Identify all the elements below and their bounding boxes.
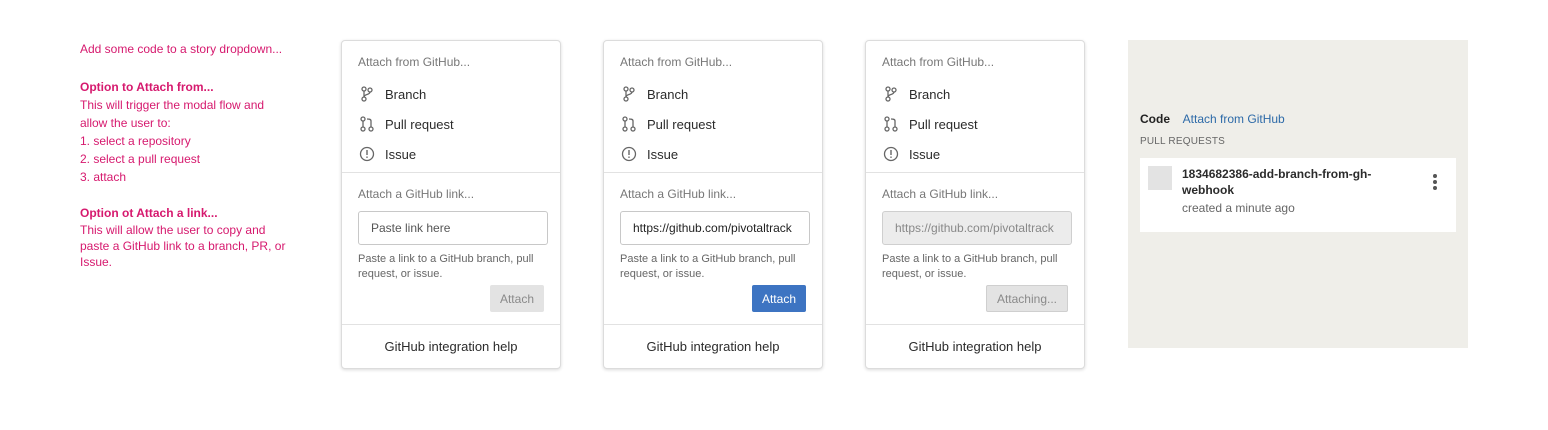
option-label: Issue [909,146,941,162]
attach-button[interactable]: Attach [751,285,806,312]
attach-from-heading: Attach from GitHub... [620,55,733,69]
pull-request-icon [882,115,900,133]
attach-from-heading: Attach from GitHub... [358,55,471,69]
code-header: Code Attach from GitHub [1140,112,1285,126]
branch-icon [358,85,376,103]
option-pull-request[interactable]: Pull request [358,109,544,139]
option-branch[interactable]: Branch [882,79,1068,109]
pull-request-title[interactable]: 1834682386-add-branch-from-gh-webhook [1182,166,1392,198]
option-issue[interactable]: Issue [620,139,806,169]
annotation-notes: Add some code to a story dropdown... Opt… [80,40,310,288]
pull-request-icon [620,115,638,133]
attach-dropdown-attaching: Attach from GitHub... Branch Pull reques… [865,40,1085,369]
note-line: paste a GitHub link to a branch, PR, or [80,239,286,253]
attach-link-heading: Attach a GitHub link... [882,187,999,201]
attach-from-github-link[interactable]: Attach from GitHub [1183,112,1285,126]
pull-request-icon [358,115,376,133]
story-code-panel: Code Attach from GitHub PULL REQUESTS 18… [1128,40,1468,348]
attach-link-heading: Attach a GitHub link... [358,187,475,201]
issue-icon [882,145,900,163]
option-pull-request[interactable]: Pull request [620,109,806,139]
github-link-input[interactable] [620,211,810,245]
note-attach-from-heading: Option to Attach from... [80,80,214,94]
github-help-link[interactable]: GitHub integration help [342,325,560,369]
code-label: Code [1140,112,1170,126]
github-help-link[interactable]: GitHub integration help [604,325,822,369]
attach-dropdown-filled: Attach from GitHub... Branch Pull reques… [603,40,823,369]
attach-button[interactable]: Attach [489,285,544,312]
page: Add some code to a story dropdown... Opt… [0,0,1548,430]
note-attach-from: Option to Attach from... This will trigg… [80,78,310,186]
link-hint: Paste a link to a GitHub branch, pull re… [620,253,796,280]
pull-requests-heading: PULL REQUESTS [1140,136,1226,147]
attaching-button[interactable]: Attaching... [985,285,1068,312]
link-hint: Paste a link to a GitHub branch, pull re… [882,253,1058,280]
note-line: 1. select a repository [80,134,191,148]
option-label: Issue [385,146,417,162]
attach-link-heading: Attach a GitHub link... [620,187,737,201]
attach-dropdown-empty: Attach from GitHub... Branch Pull reques… [341,40,561,369]
option-label: Issue [647,146,679,162]
note-line: 3. attach [80,170,127,184]
kebab-menu-icon[interactable] [1432,174,1438,192]
option-label: Pull request [647,116,716,132]
attach-link-section: Attach a GitHub link... Paste a link to … [342,173,560,325]
avatar [1148,166,1172,190]
note-attach-link: Option ot Attach a link... This will all… [80,204,310,270]
note-line: Issue. [80,255,113,269]
option-label: Branch [909,86,951,102]
github-link-input[interactable] [882,211,1072,245]
note-line: This will trigger the modal flow and [80,98,265,112]
link-hint: Paste a link to a GitHub branch, pull re… [358,253,534,280]
option-issue[interactable]: Issue [882,139,1068,169]
option-label: Pull request [385,116,454,132]
attach-link-section: Attach a GitHub link... Paste a link to … [866,173,1084,325]
issue-icon [620,145,638,163]
pull-request-card[interactable]: 1834682386-add-branch-from-gh-webhook cr… [1140,158,1456,232]
branch-icon [620,85,638,103]
attach-from-section: Attach from GitHub... Branch Pull reques… [866,41,1084,173]
note-line: 2. select a pull request [80,152,201,166]
note-line: This will allow the user to copy and [80,223,266,237]
note-attach-link-heading: Option ot Attach a link... [80,206,218,220]
attach-link-section: Attach a GitHub link... Paste a link to … [604,173,822,325]
note-line: allow the user to: [80,116,171,130]
option-label: Pull request [909,116,978,132]
note-intro: Add some code to a story dropdown... [80,42,283,56]
github-link-input[interactable] [358,211,548,245]
pull-request-meta: created a minute ago [1182,201,1295,215]
issue-icon [358,145,376,163]
option-branch[interactable]: Branch [358,79,544,109]
option-label: Branch [647,86,689,102]
option-label: Branch [385,86,427,102]
option-pull-request[interactable]: Pull request [882,109,1068,139]
attach-from-section: Attach from GitHub... Branch Pull reques… [342,41,560,173]
github-help-link[interactable]: GitHub integration help [866,325,1084,369]
option-branch[interactable]: Branch [620,79,806,109]
attach-from-heading: Attach from GitHub... [882,55,995,69]
attach-from-section: Attach from GitHub... Branch Pull reques… [604,41,822,173]
branch-icon [882,85,900,103]
option-issue[interactable]: Issue [358,139,544,169]
